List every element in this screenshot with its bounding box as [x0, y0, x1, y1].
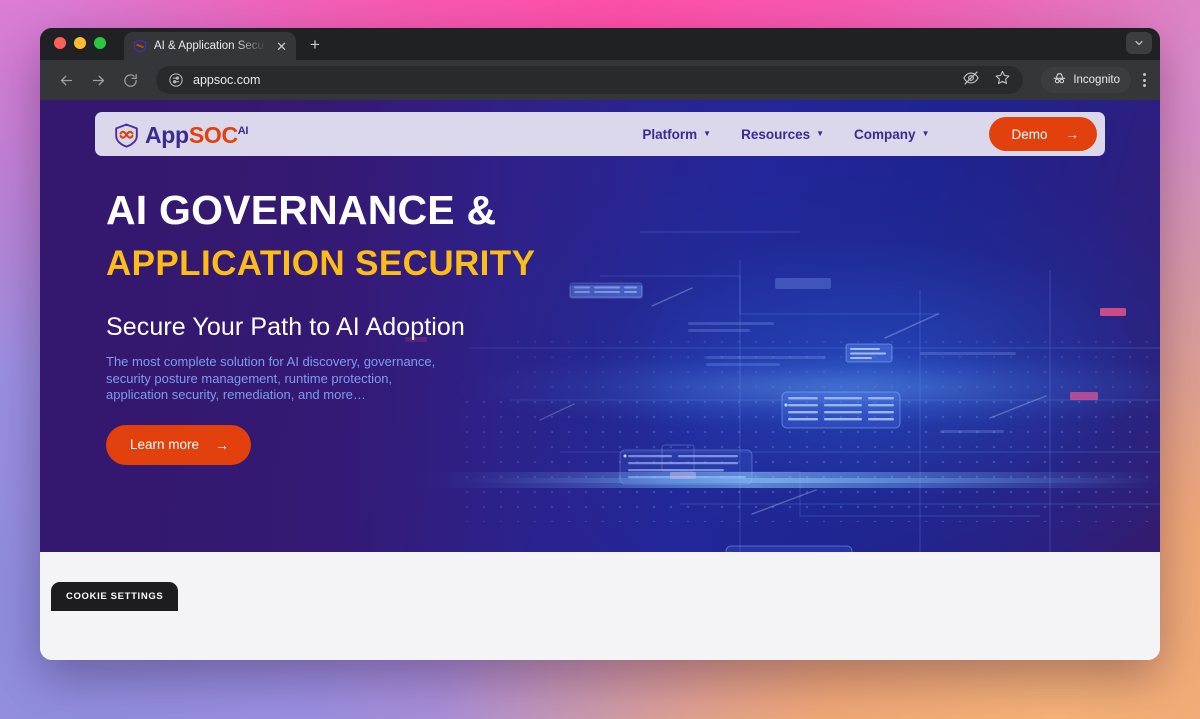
hero-section: AppSOCAI Platform ▼ Resources ▼ Company … — [40, 100, 1160, 552]
address-bar[interactable]: appsoc.com — [156, 66, 1024, 94]
appsoc-shield-favicon — [133, 39, 147, 53]
hero-paragraph: The most complete solution for AI discov… — [106, 354, 1160, 404]
nav-item-resources[interactable]: Resources ▼ — [741, 127, 824, 142]
cookie-settings-button[interactable]: COOKIE SETTINGS — [51, 582, 179, 611]
brand-wordmark: AppSOCAI — [145, 120, 248, 147]
minimize-window-button[interactable] — [74, 37, 86, 49]
hero-paragraph-line3: application security, remediation, and m… — [106, 387, 366, 403]
incognito-indicator[interactable]: Incognito — [1041, 67, 1131, 93]
forward-arrow-icon[interactable] — [84, 66, 112, 94]
back-arrow-icon[interactable] — [52, 66, 80, 94]
desktop-backdrop: AI & Application Security & G ✕ + — [0, 0, 1200, 719]
brand-superscript-ai: AI — [237, 124, 249, 137]
maximize-window-button[interactable] — [94, 37, 106, 49]
appsoc-shield-logo — [113, 122, 140, 149]
browser-tab-strip: AI & Application Security & G ✕ + — [40, 28, 1160, 60]
close-window-button[interactable] — [54, 37, 66, 49]
browser-tab-active[interactable]: AI & Application Security & G ✕ — [124, 32, 296, 60]
hero-headline-line1: AI GOVERNANCE & — [106, 187, 497, 233]
hero-subheadline: Secure Your Path to AI Adoption — [106, 313, 465, 342]
kebab-menu-icon[interactable] — [1135, 73, 1152, 87]
arrow-right-icon: → — [215, 436, 230, 453]
brand-name-soc: SOC — [188, 121, 238, 148]
nav-item-company-label: Company — [854, 126, 916, 142]
nav-item-platform-label: Platform — [642, 126, 698, 142]
star-icon[interactable] — [994, 69, 1011, 91]
browser-window: AI & Application Security & G ✕ + — [40, 28, 1160, 660]
caret-down-icon: ▼ — [921, 129, 930, 138]
close-icon[interactable]: ✕ — [273, 38, 290, 55]
caret-down-icon: ▼ — [816, 129, 825, 138]
site-navigation-bar: AppSOCAI Platform ▼ Resources ▼ Company … — [95, 112, 1105, 156]
reload-icon[interactable] — [116, 66, 144, 94]
learn-more-button[interactable]: Learn more → — [106, 424, 252, 465]
nav-item-company[interactable]: Company ▼ — [854, 127, 929, 142]
hero-paragraph-line1: The most complete solution for AI discov… — [106, 354, 436, 370]
arrow-right-icon: → — [1065, 126, 1080, 142]
caret-down-icon: ▼ — [703, 129, 712, 138]
incognito-hat-icon — [1052, 71, 1067, 89]
primary-nav-links: Platform ▼ Resources ▼ Company ▼ Demo → — [642, 117, 1097, 151]
demo-button[interactable]: Demo → — [989, 117, 1097, 151]
browser-tab-title: AI & Application Security & G — [154, 40, 267, 52]
nav-item-platform[interactable]: Platform ▼ — [642, 127, 711, 142]
chevron-down-icon[interactable] — [1126, 32, 1152, 54]
url-text: appsoc.com — [193, 73, 261, 87]
page-below-hero: COOKIE SETTINGS — [40, 552, 1160, 660]
brand-name-app: App — [145, 121, 189, 148]
incognito-label: Incognito — [1073, 74, 1120, 86]
learn-more-button-label: Learn more — [130, 437, 200, 453]
window-traffic-lights — [54, 28, 106, 60]
nav-item-resources-label: Resources — [741, 126, 811, 142]
page-viewport: AppSOCAI Platform ▼ Resources ▼ Company … — [40, 100, 1160, 660]
browser-toolbar: appsoc.com Incognito — [40, 60, 1160, 100]
tune-sliders-icon[interactable] — [168, 72, 184, 88]
site-logo[interactable]: AppSOCAI — [113, 120, 248, 149]
new-tab-button[interactable]: + — [310, 35, 320, 60]
eye-slash-icon[interactable] — [962, 69, 980, 92]
demo-button-label: Demo — [1011, 126, 1048, 142]
hero-headline-line2: APPLICATION SECURITY — [106, 244, 536, 284]
hero-paragraph-line2: security posture management, runtime pro… — [106, 370, 393, 386]
